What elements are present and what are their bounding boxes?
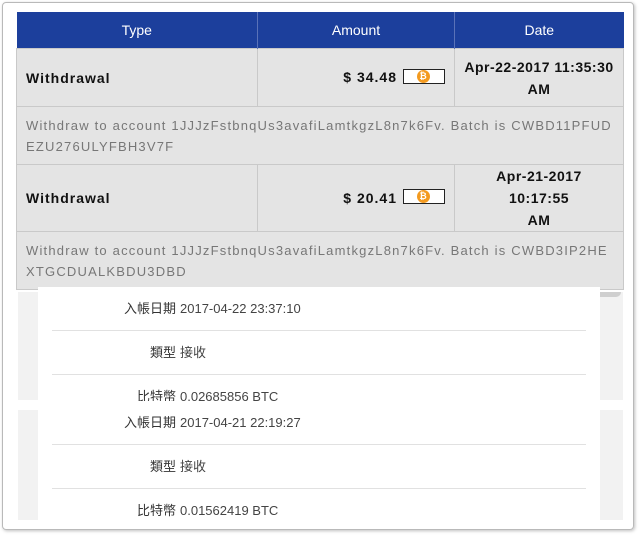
detail-date-value: 2017-04-21 22:19:27 [180, 415, 301, 430]
detail-row-type: 類型 接收 [52, 445, 586, 489]
deposit-detail-card: 入帳日期 2017-04-21 22:19:27 類型 接收 比特幣 0.015… [38, 401, 600, 529]
table-row-description: Withdraw to account 1JJJzFstbnqUs3avafiL… [16, 106, 624, 165]
detail-type-label: 類型 [149, 345, 176, 360]
detail-row-date: 入帳日期 2017-04-21 22:19:27 [52, 401, 586, 445]
bitcoin-icon: ₿ [417, 69, 430, 83]
transactions-table: Type Amount Date Withdrawal $ 34.48 ₿ Apr… [16, 12, 624, 290]
table-row[interactable]: Withdrawal $ 34.48 ₿ Apr-22-2017 11:35:30… [16, 48, 624, 107]
detail-type-label: 類型 [149, 459, 176, 474]
transaction-description: Withdraw to account 1JJJzFstbnqUs3avafiL… [16, 106, 624, 165]
deposit-detail-card: 入帳日期 2017-04-22 23:37:10 類型 接收 比特幣 0.026… [38, 287, 600, 404]
detail-date-label: 入帳日期 [123, 301, 176, 316]
transaction-date-time: Apr-22-2017 11:35:30 [464, 58, 614, 75]
transaction-type: Withdrawal [16, 48, 258, 107]
detail-type-value: 接收 [180, 459, 207, 474]
table-row-description: Withdraw to account 1JJJzFstbnqUs3avafiL… [16, 231, 624, 290]
column-header-type[interactable]: Type [16, 12, 258, 49]
currency-box: ₿ [403, 68, 445, 84]
transaction-date-ampm: AM [527, 80, 551, 97]
detail-type-value: 接收 [180, 345, 207, 360]
detail-row-date: 入帳日期 2017-04-22 23:37:10 [52, 287, 586, 331]
detail-date-label: 入帳日期 [123, 415, 176, 430]
transaction-date-ampm: AM [527, 212, 551, 228]
transaction-amount-cell: $ 20.41 ₿ [257, 164, 455, 232]
column-header-amount[interactable]: Amount [257, 12, 455, 49]
transaction-date-time: Apr-21-2017 10:17:55 [496, 168, 582, 206]
transaction-amount: $ 20.41 [343, 189, 397, 206]
detail-amount-value: 0.01562419 BTC [180, 503, 279, 518]
currency-box: ₿ [403, 189, 445, 205]
detail-row-amount: 比特幣 0.01562419 BTC [52, 489, 586, 532]
detail-amount-label: 比特幣 [136, 503, 176, 518]
transaction-amount-cell: $ 34.48 ₿ [257, 48, 455, 107]
detail-date-value: 2017-04-22 23:37:10 [180, 301, 301, 316]
column-header-date[interactable]: Date [454, 12, 624, 49]
transaction-date: Apr-21-2017 10:17:55 AM [454, 164, 624, 232]
bitcoin-icon: ₿ [417, 190, 430, 204]
detail-row-type: 類型 接收 [52, 331, 586, 375]
transaction-date: Apr-22-2017 11:35:30 AM [454, 48, 624, 107]
transaction-description: Withdraw to account 1JJJzFstbnqUs3avafiL… [16, 231, 624, 290]
transaction-type: Withdrawal [16, 164, 258, 232]
transaction-amount: $ 34.48 [343, 69, 397, 86]
table-header-row: Type Amount Date [16, 12, 624, 49]
table-row[interactable]: Withdrawal $ 20.41 ₿ Apr-21-2017 10:17:55… [16, 164, 624, 232]
